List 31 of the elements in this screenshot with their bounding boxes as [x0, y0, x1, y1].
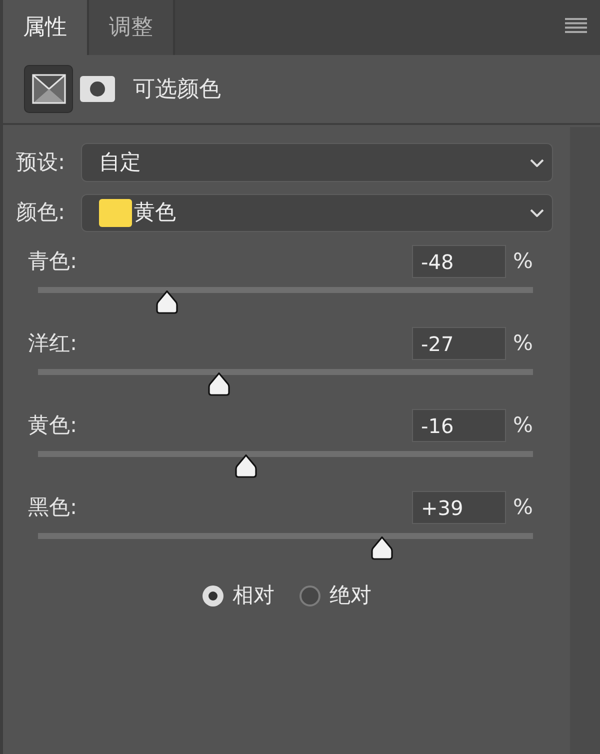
adjustment-button[interactable]: [24, 65, 73, 113]
slider-label: 洋红:: [27, 330, 78, 357]
slider-thumb[interactable]: [234, 454, 257, 478]
unit-label: %: [513, 330, 534, 357]
value-field[interactable]: +39: [412, 491, 506, 524]
preset-dropdown[interactable]: 自定: [81, 143, 553, 182]
mask-icon: [80, 76, 115, 102]
chevron-down-icon: [530, 158, 544, 166]
color-dropdown[interactable]: 黄色: [81, 194, 553, 232]
field-label: 颜色:: [15, 199, 66, 226]
tab[interactable]: 属性: [3, 0, 89, 55]
slider-thumb[interactable]: [371, 536, 394, 560]
slider-thumb[interactable]: [208, 372, 230, 396]
slider-label: 黄色:: [27, 412, 78, 439]
value-field[interactable]: -16: [412, 409, 506, 442]
unit-label: %: [513, 412, 534, 439]
field-label: 预设:: [15, 148, 66, 176]
radio-option[interactable]: 相对: [202, 580, 274, 612]
radio-option[interactable]: 绝对: [298, 580, 372, 612]
value-field[interactable]: -48: [412, 245, 506, 278]
value-field[interactable]: -27: [412, 327, 506, 360]
slider-label: 黑色:: [27, 494, 78, 521]
unit-label: %: [513, 248, 534, 275]
split-square-icon: [32, 74, 66, 104]
slider-label: 青色:: [27, 248, 78, 275]
unit-label: %: [513, 494, 534, 521]
slider-thumb[interactable]: [156, 290, 178, 314]
panel-title: 可选颜色: [133, 76, 221, 104]
tab[interactable]: 调整: [89, 0, 175, 55]
menu-icon[interactable]: [565, 18, 587, 33]
chevron-down-icon: [530, 209, 544, 217]
